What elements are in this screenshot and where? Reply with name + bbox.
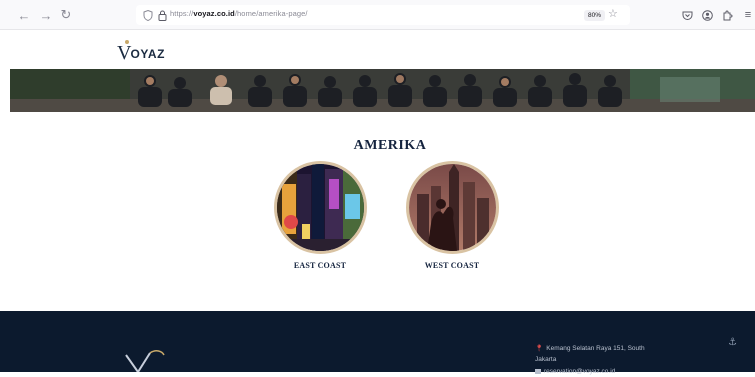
- region-label-east-coast[interactable]: EAST COAST: [294, 261, 346, 270]
- url-text[interactable]: https://voyaz.co.id/home/amerika-page/: [170, 9, 308, 18]
- footer-address-line2: Jakarta: [535, 356, 557, 363]
- site-footer: 📍︎ Kemang Selatan Raya 151, South Jakarta…: [0, 311, 755, 375]
- footer-address-line: 📍︎ Kemang Selatan Raya 151, South: [535, 343, 665, 354]
- location-pin-icon: 📍︎: [535, 345, 544, 352]
- hamburger-menu-icon[interactable]: ≡: [741, 8, 755, 22]
- voyaz-logo[interactable]: V OYAZ: [117, 37, 165, 63]
- site-header: V OYAZ: [0, 30, 755, 69]
- region-card-west-coast[interactable]: WEST COAST: [402, 161, 502, 270]
- account-icon[interactable]: [700, 8, 714, 22]
- page-title: AMERIKA: [353, 138, 427, 153]
- logo-initial: V: [117, 40, 132, 64]
- region-card-east-coast[interactable]: EAST COAST: [270, 161, 370, 270]
- mail-icon: [535, 368, 541, 374]
- browser-toolbar: ← → ↻ https://voyaz.co.id/home/amerika-p…: [0, 0, 755, 30]
- logo-wordmark: OYAZ: [130, 47, 166, 61]
- back-arrow-icon[interactable]: ←: [16, 7, 32, 23]
- hero-banner-image: [10, 69, 755, 112]
- logo-initial-letter: V: [117, 42, 132, 64]
- group-photo: [10, 69, 755, 112]
- address-bar[interactable]: https://voyaz.co.id/home/amerika-page/ 8…: [136, 5, 630, 25]
- region-label-west-coast[interactable]: WEST COAST: [425, 261, 480, 270]
- reload-icon[interactable]: ↻: [58, 7, 74, 23]
- pocket-icon[interactable]: [680, 8, 694, 22]
- lock-icon[interactable]: [156, 8, 168, 22]
- footer-address-line1: Kemang Selatan Raya 151, South: [546, 345, 645, 352]
- west-coast-image[interactable]: [405, 161, 499, 254]
- url-host: voyaz.co.id: [193, 9, 235, 18]
- anchor-icon[interactable]: ⚓︎: [728, 337, 737, 348]
- bookmark-star-icon[interactable]: ☆: [608, 7, 618, 20]
- logo-dot: [125, 40, 129, 44]
- url-path: /home/amerika-page/: [234, 9, 308, 18]
- east-coast-image[interactable]: [273, 161, 367, 254]
- url-scheme: https://: [170, 9, 194, 18]
- footer-logo-mark: [125, 350, 165, 372]
- tracking-shield-icon[interactable]: [142, 8, 154, 22]
- extensions-icon[interactable]: [720, 8, 734, 22]
- zoom-level-button[interactable]: 80%: [584, 10, 606, 21]
- forward-arrow-icon[interactable]: →: [38, 7, 54, 23]
